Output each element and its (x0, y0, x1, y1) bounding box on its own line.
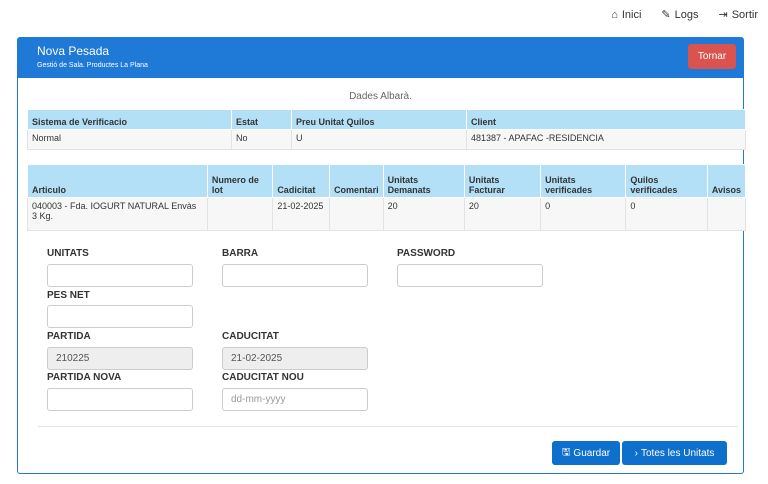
password-label: PASSWORD (397, 248, 456, 259)
tornar-button[interactable]: Tornar (688, 44, 736, 69)
cell: 20 (463, 197, 542, 231)
cell (329, 197, 384, 231)
col-header: Comentari (329, 164, 384, 198)
cell: 0 (540, 197, 627, 231)
articles-table: Articulo Numero de lot Cadicitat Comenta… (27, 164, 747, 231)
top-nav: ⌂ Inici ✎ Logs ⇥ Sortir (611, 8, 759, 22)
partida-label: PARTIDA (47, 331, 91, 342)
page-subtitle: Gestió de Sala. Productes La Plana (37, 62, 148, 69)
unitats-input[interactable] (47, 264, 193, 287)
guardar-button[interactable]: 🖫 Guardar (552, 441, 620, 465)
divider (38, 426, 738, 427)
save-icon: 🖫 (561, 446, 571, 458)
col-header: Avisos (706, 164, 747, 198)
partida-nova-input[interactable] (47, 388, 193, 411)
col-header: Unitats Facturar (463, 164, 542, 198)
nav-sortir[interactable]: ⇥ Sortir (718, 8, 759, 22)
pencil-icon: ✎ (661, 9, 671, 21)
panel-header: Nova Pesada Gestió de Sala. Productes La… (18, 38, 743, 78)
col-header: Unitats Demanats (382, 164, 465, 198)
cell: No (231, 129, 292, 150)
col-header: Sistema de Verificacio (27, 109, 232, 130)
cell (706, 197, 747, 231)
barra-input[interactable] (222, 264, 368, 287)
home-icon: ⌂ (611, 8, 618, 21)
cell: 040003 - Fda. IOGURT NATURAL Envàs 3 Kg. (27, 197, 208, 231)
cell: 20 (382, 197, 465, 231)
nova-pesada-panel: Nova Pesada Gestió de Sala. Productes La… (17, 37, 747, 474)
caducitat-label: CADUCITAT (222, 331, 279, 342)
col-header: Cadicitat (272, 164, 331, 198)
cell (206, 197, 274, 231)
cell: U (291, 129, 467, 150)
col-header: Numero de lot (206, 164, 274, 198)
pes-net-label: PES NET (47, 290, 90, 301)
pes-net-input[interactable] (47, 305, 193, 328)
col-header: Articulo (27, 164, 208, 198)
unitats-label: UNITATS (47, 248, 89, 259)
col-header: Unitats verificades (540, 164, 627, 198)
col-header: Estat (231, 109, 292, 130)
nav-inici[interactable]: ⌂ Inici (611, 8, 641, 21)
col-header: Client (466, 109, 746, 130)
caducitat-input (222, 347, 368, 370)
caducitat-nou-input[interactable] (222, 388, 368, 411)
table-row: 040003 - Fda. IOGURT NATURAL Envàs 3 Kg.… (27, 197, 747, 231)
password-input[interactable] (397, 264, 543, 287)
partida-nova-label: PARTIDA NOVA (47, 372, 122, 383)
page-title: Nova Pesada (37, 44, 110, 58)
dades-albara-caption: Dades Albarà. (349, 91, 412, 102)
caducitat-nou-label: CADUCITAT NOU (222, 372, 304, 383)
nav-logs[interactable]: ✎ Logs (661, 8, 698, 22)
chevron-right-icon: › (634, 447, 638, 459)
col-header: Preu Unitat Quilos (291, 109, 467, 130)
partida-input (47, 347, 193, 370)
totes-les-unitats-button[interactable]: › Totes les Unitats (622, 441, 727, 465)
cell: 0 (625, 197, 708, 231)
albara-table: Sistema de Verificacio Estat Preu Unitat… (27, 109, 746, 150)
cell: Normal (27, 129, 232, 150)
sign-out-icon: ⇥ (718, 9, 728, 21)
table-row: Normal No U 481387 - APAFAC -RESIDENCIA (27, 129, 746, 150)
col-header: Quilos verificades (625, 164, 708, 198)
cell: 481387 - APAFAC -RESIDENCIA (466, 129, 746, 150)
barra-label: BARRA (222, 248, 259, 259)
cell: 21-02-2025 (272, 197, 331, 231)
